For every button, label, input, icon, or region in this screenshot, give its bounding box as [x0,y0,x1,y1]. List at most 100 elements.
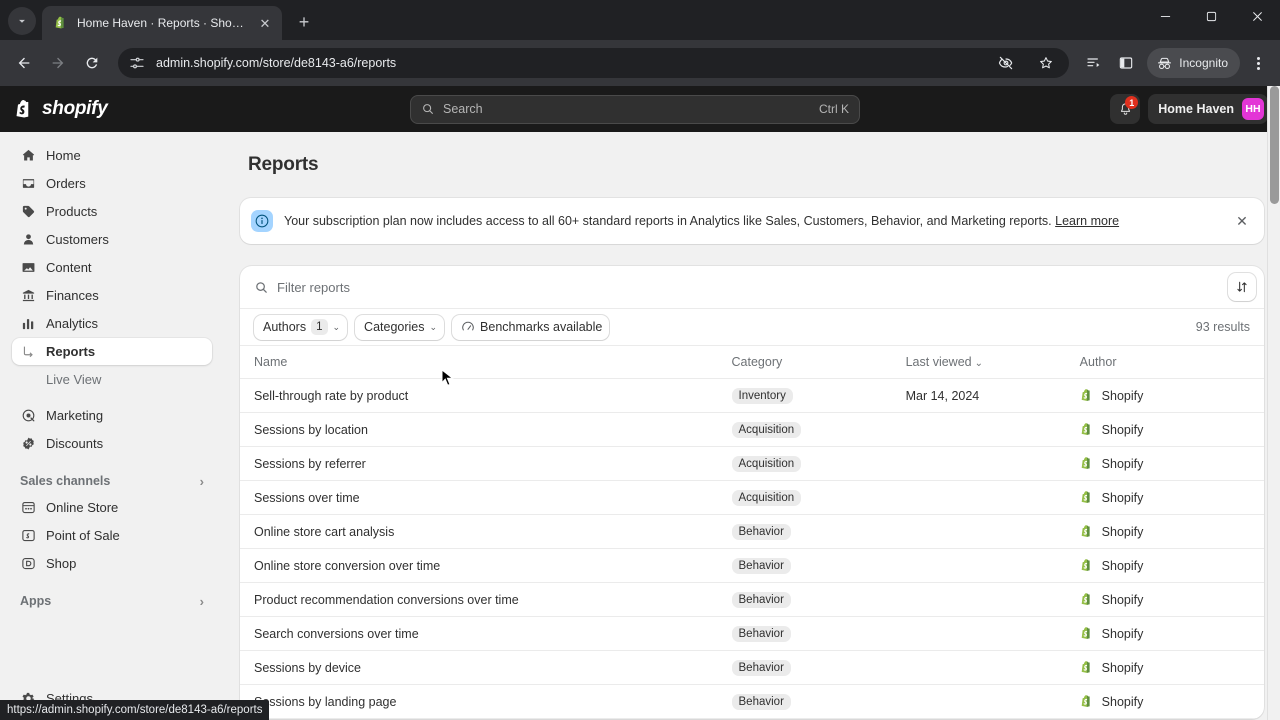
sidebar-item-discounts[interactable]: Discounts [12,430,212,457]
cell-report-name[interactable]: Sessions by referrer [240,446,732,481]
customers-person-icon [20,232,36,248]
sidebar-item-finances[interactable]: Finances [12,282,212,309]
sidebar-item-analytics[interactable]: Analytics [12,310,212,337]
chip-benchmarks[interactable]: Benchmarks available [452,314,610,340]
column-header-author[interactable]: Author [1079,345,1264,379]
tab-search-button[interactable] [8,7,36,35]
sidebar-item-shop[interactable]: Shop [12,550,212,577]
shopify-favicon [53,15,69,31]
sidebar-label: Customers [46,232,109,247]
table-row[interactable]: Sell-through rate by product Inventory Mar… [240,378,1264,413]
cell-report-name[interactable]: Online store cart analysis [240,514,732,549]
content-icon [20,260,36,276]
column-header-name[interactable]: Name [240,345,732,379]
sidebar-item-customers[interactable]: Customers [12,226,212,253]
column-label: Last viewed [905,355,972,369]
shopify-logo[interactable]: shopify [14,98,226,120]
close-window-button[interactable] [1234,0,1280,32]
site-settings-icon[interactable] [128,48,146,78]
table-row[interactable]: Product recommendation conversions over … [240,582,1264,617]
home-icon [20,148,36,164]
window-controls [1142,0,1280,40]
chip-authors[interactable]: Authors 1 ⌄ [254,314,348,340]
table-row[interactable]: Online store cart analysis Behavior Shopif… [240,514,1264,549]
new-tab-button[interactable]: + [290,8,318,36]
sidebar-section-apps[interactable]: Apps › [12,588,212,614]
scrollbar-thumb[interactable] [1270,86,1279,204]
shopify-bag-icon [1080,490,1094,505]
sort-chevron-icon: ⌄ [974,358,983,369]
forward-button[interactable] [42,47,74,79]
cell-report-name[interactable]: Sessions over time [240,480,732,515]
sidebar-section-sales-channels[interactable]: Sales channels › [12,468,212,494]
cell-report-name[interactable]: Sessions by location [240,412,732,447]
cell-report-name[interactable]: Sessions by device [240,650,732,685]
global-search-input[interactable]: Search Ctrl K [410,94,860,124]
table-row[interactable]: Search conversions over time Behavior Shop… [240,616,1264,651]
table-row[interactable]: Sessions by device Behavior Shopify [240,650,1264,685]
sidebar-item-live-view[interactable]: Live View [12,366,212,393]
cell-category: Inventory [731,378,906,413]
shopify-bag-icon [1080,388,1094,403]
sidebar-item-point-of-sale[interactable]: Point of Sale [12,522,212,549]
table-row[interactable]: Sessions over time Acquisition Shopify [240,480,1264,515]
shopify-bag-icon [1080,524,1094,539]
sidebar-item-marketing[interactable]: Marketing [12,402,212,429]
learn-more-link[interactable]: Learn more [1055,214,1119,228]
cell-author: Shopify [1079,480,1264,515]
column-header-last-viewed[interactable]: Last viewed ⌄ [905,345,1080,379]
table-row[interactable]: Sessions by referrer Acquisition Shopify [240,446,1264,481]
chip-categories[interactable]: Categories ⌄ [355,314,445,340]
back-button[interactable] [8,47,40,79]
cell-category: Behavior [731,684,906,719]
browser-tab[interactable]: Home Haven · Reports · Shopify ✕ [42,6,282,40]
banner-close-icon[interactable]: ✕ [1230,209,1254,233]
cell-report-name[interactable]: Search conversions over time [240,616,732,651]
side-panel-button[interactable] [1111,48,1141,78]
author-wrap: Shopify [1080,456,1264,471]
author-name: Shopify [1101,558,1144,573]
shopify-top-bar: shopify Search Ctrl K 1 Home Haven HH [0,86,1280,132]
tab-title: Home Haven · Reports · Shopify [77,16,248,30]
chevron-down-icon: ⌄ [332,321,341,332]
sidebar-item-products[interactable]: Products [12,198,212,225]
sidebar-item-online-store[interactable]: Online Store [12,494,212,521]
minimize-button[interactable] [1142,0,1188,32]
bookmark-star-icon[interactable] [1031,48,1061,78]
shopify-bag-icon [1080,660,1094,675]
store-account-button[interactable]: Home Haven HH [1148,94,1268,124]
table-row[interactable]: Sessions by landing page Behavior Shopify [240,684,1264,719]
filter-chip-row: Authors 1 ⌄ Categories ⌄ Benchmarks avai… [240,308,1264,345]
sidebar-item-orders[interactable]: Orders [12,170,212,197]
cell-author: Shopify [1079,616,1264,651]
page-scrollbar[interactable] [1267,86,1280,720]
reload-button[interactable] [76,47,108,79]
hide-tracking-icon[interactable] [991,48,1021,78]
maximize-button[interactable] [1188,0,1234,32]
sidebar-item-home[interactable]: Home [12,142,212,169]
column-header-category[interactable]: Category [731,345,906,379]
sidebar-item-reports[interactable]: Reports [12,338,212,365]
cell-report-name[interactable]: Online store conversion over time [240,548,732,583]
author-name: Shopify [1101,524,1144,539]
cell-report-name[interactable]: Sell-through rate by product [240,378,732,413]
sort-button[interactable] [1228,273,1256,301]
incognito-indicator[interactable]: Incognito [1147,48,1240,78]
tab-close-icon[interactable]: ✕ [256,14,274,32]
notifications-button[interactable]: 1 [1110,94,1141,124]
shop-icon [20,556,36,572]
sidebar-item-content[interactable]: Content [12,254,212,281]
cell-report-name[interactable]: Sessions by landing page [240,684,732,719]
close-icon [1252,11,1262,21]
table-row[interactable]: Sessions by location Acquisition Shopify [240,412,1264,447]
address-bar[interactable]: admin.shopify.com/store/de8143-a6/report… [118,48,1070,78]
cell-report-name[interactable]: Product recommendation conversions over … [240,582,732,617]
author-wrap: Shopify [1080,592,1264,607]
sidebar-label: Live View [46,372,102,387]
tab-strip: Home Haven · Reports · Shopify ✕ + [0,0,1280,40]
filter-bar: Filter reports [240,266,1264,308]
filter-reports-input[interactable]: Filter reports [277,280,1220,295]
browser-menu-button[interactable] [1244,48,1272,78]
reading-list-button[interactable] [1079,48,1109,78]
table-row[interactable]: Online store conversion over time Behavio… [240,548,1264,583]
